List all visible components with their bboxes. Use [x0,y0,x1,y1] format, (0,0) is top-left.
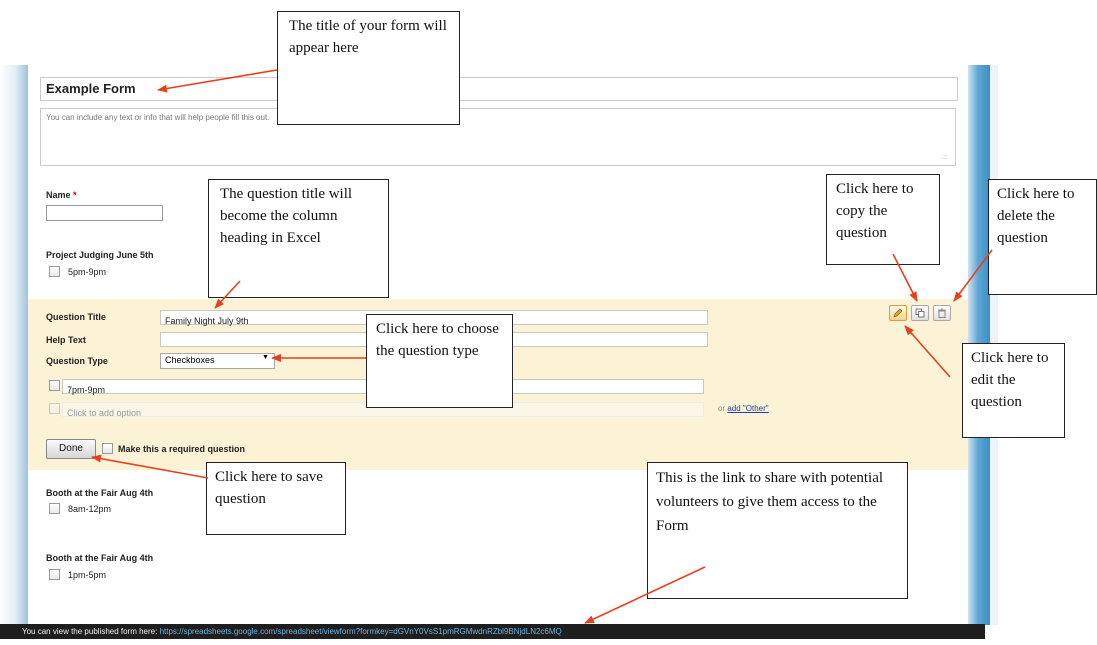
arrow-to-copy-button [892,253,918,302]
arrow-to-edit-button [904,325,951,378]
annotation-arrows [91,69,993,624]
arrow-to-question-title [214,280,241,309]
arrow-to-form-title [157,69,278,93]
arrow-to-share-link [584,566,706,624]
arrow-to-delete-button [953,249,993,302]
arrow-to-done-button [91,454,209,479]
